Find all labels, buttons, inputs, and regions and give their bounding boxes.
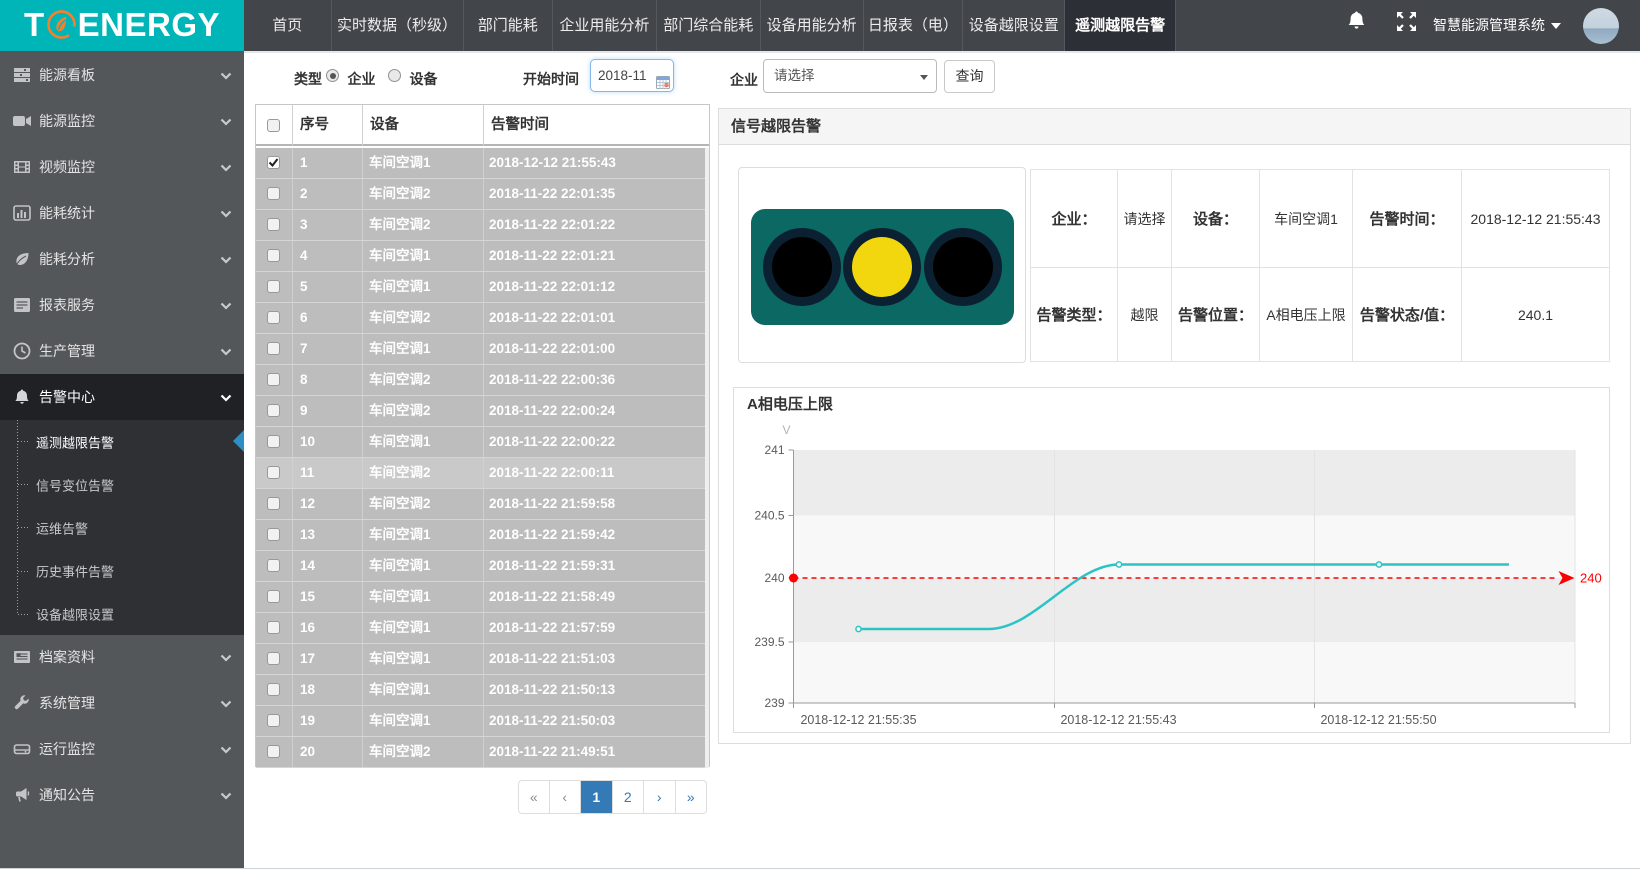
svg-text:2018-12-12 21:55:50: 2018-12-12 21:55:50 [1320,713,1436,727]
svg-text:239.5: 239.5 [754,635,784,649]
svg-text:V: V [782,423,790,437]
svg-text:2018-12-12 21:55:43: 2018-12-12 21:55:43 [1060,713,1176,727]
svg-text:240: 240 [764,571,784,585]
svg-text:239: 239 [764,696,784,710]
svg-text:240: 240 [1580,571,1602,586]
svg-text:241: 241 [764,443,784,457]
svg-text:2018-12-12 21:55:35: 2018-12-12 21:55:35 [800,713,916,727]
svg-text:240.5: 240.5 [754,509,784,523]
